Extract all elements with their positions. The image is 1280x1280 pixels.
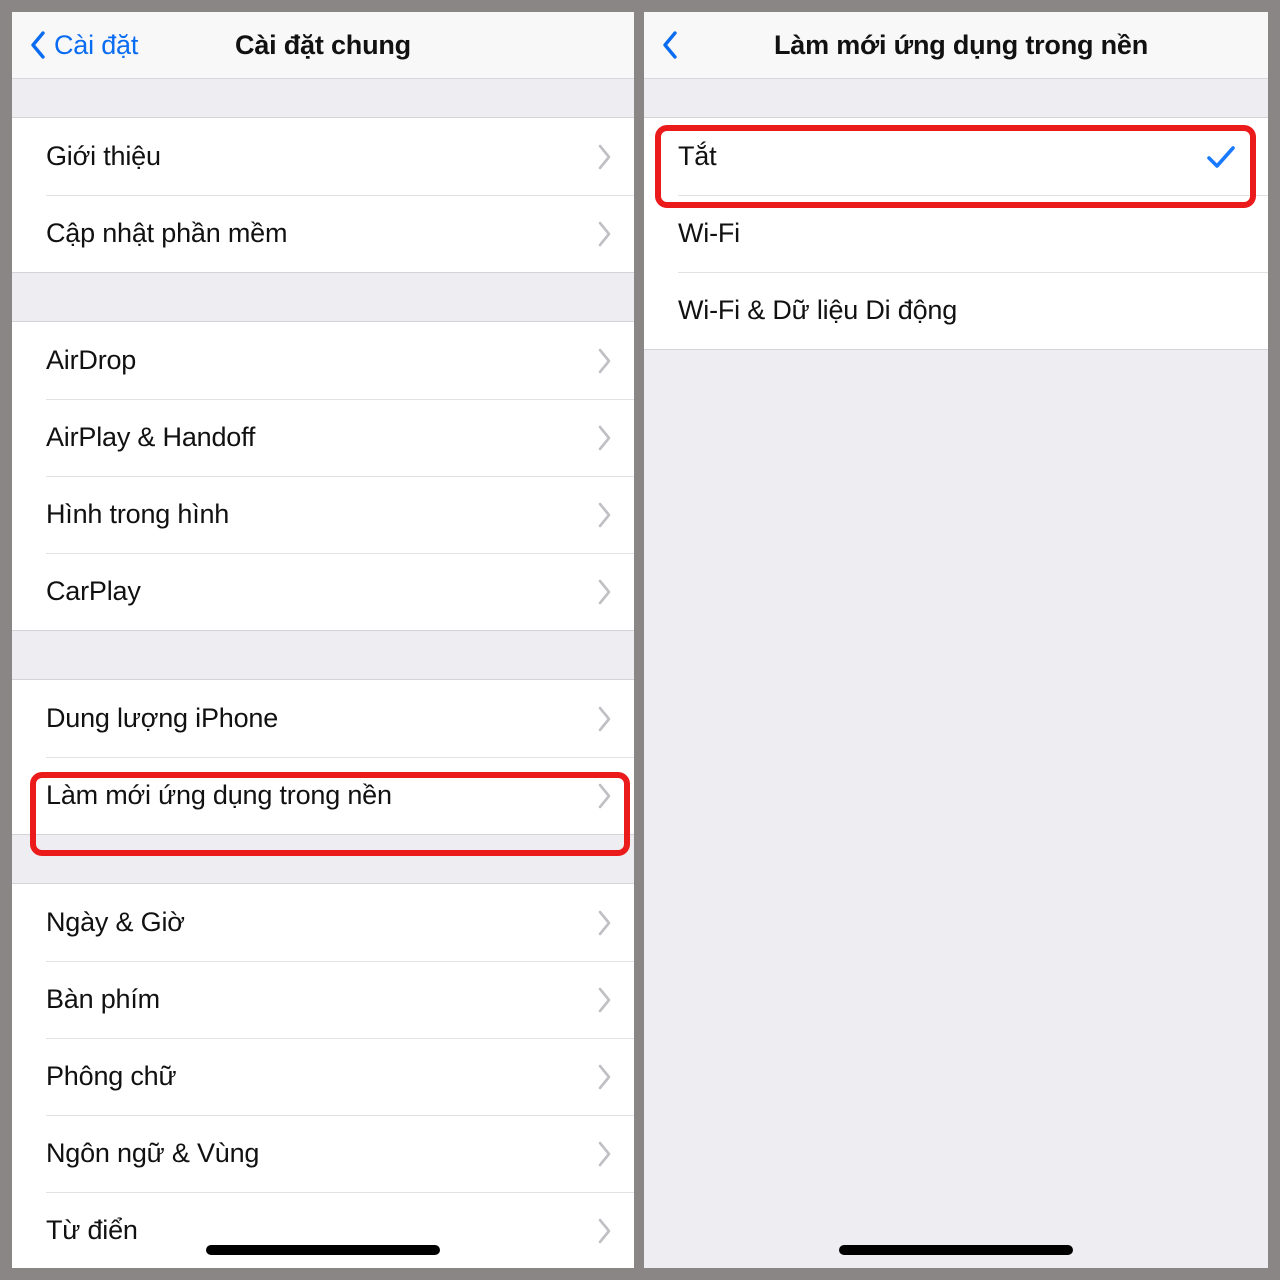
settings-group-info: Giới thiệu Cập nhật phần mềm: [12, 117, 634, 273]
option-row-wifi-cellular[interactable]: Wi-Fi & Dữ liệu Di động: [644, 272, 1268, 349]
row-carplay[interactable]: CarPlay: [12, 553, 634, 630]
chevron-right-icon: [598, 783, 611, 808]
chevron-right-icon: [598, 221, 611, 246]
row-label: Giới thiệu: [46, 141, 161, 171]
row-ngay-gio[interactable]: Ngày & Giờ: [12, 884, 634, 961]
left-settings-list[interactable]: Giới thiệu Cập nhật phần mềm AirDrop Air…: [12, 79, 634, 1268]
left-navigation-bar: Cài đặt Cài đặt chung: [12, 12, 634, 79]
section-gap: [12, 631, 634, 679]
option-group: Tắt Wi-Fi Wi-Fi & Dữ liệu Di động: [644, 117, 1268, 350]
checkmark-icon: [1207, 145, 1235, 168]
option-row-tat[interactable]: Tắt: [644, 118, 1268, 195]
row-label: AirPlay & Handoff: [46, 422, 256, 452]
row-label: Từ điển: [46, 1215, 138, 1245]
row-phong-chu[interactable]: Phông chữ: [12, 1038, 634, 1115]
left-phone-panel: Cài đặt Cài đặt chung Giới thiệu Cập nhậ…: [12, 12, 634, 1268]
chevron-right-icon: [598, 144, 611, 169]
chevron-right-icon: [598, 1141, 611, 1166]
section-gap: [12, 273, 634, 321]
row-lam-moi-ung-dung-trong-nen[interactable]: Làm mới ứng dụng trong nền: [12, 757, 634, 834]
background-app-refresh-options[interactable]: Tắt Wi-Fi Wi-Fi & Dữ liệu Di động: [644, 79, 1268, 1268]
chevron-right-icon: [598, 706, 611, 731]
section-gap: [12, 835, 634, 883]
row-label: Cập nhật phần mềm: [46, 218, 288, 248]
row-gioi-thieu[interactable]: Giới thiệu: [12, 118, 634, 195]
row-hinh-trong-hinh[interactable]: Hình trong hình: [12, 476, 634, 553]
right-page-title: Làm mới ứng dụng trong nền: [773, 29, 1148, 60]
row-label: Dung lượng iPhone: [46, 703, 279, 733]
row-tu-dien[interactable]: Từ điển: [12, 1192, 634, 1268]
chevron-right-icon: [598, 579, 611, 604]
chevron-right-icon: [598, 910, 611, 935]
settings-group-locale: Ngày & Giờ Bàn phím Phông chữ Ngôn ngữ &…: [12, 883, 634, 1268]
row-dung-luong-iphone[interactable]: Dung lượng iPhone: [12, 680, 634, 757]
option-label: Wi-Fi & Dữ liệu Di động: [678, 295, 958, 325]
option-label: Tắt: [678, 141, 717, 171]
chevron-right-icon: [598, 425, 611, 450]
row-label: Hình trong hình: [46, 499, 230, 529]
section-gap: [12, 79, 634, 117]
right-phone-panel: Làm mới ứng dụng trong nền Tắt Wi-Fi Wi-…: [644, 12, 1268, 1268]
chevron-right-icon: [598, 348, 611, 373]
row-label: CarPlay: [46, 576, 141, 606]
section-gap: [644, 79, 1268, 117]
settings-group-storage: Dung lượng iPhone Làm mới ứng dụng trong…: [12, 679, 634, 835]
empty-area: [644, 350, 1268, 1268]
row-airplay-handoff[interactable]: AirPlay & Handoff: [12, 399, 634, 476]
row-airdrop[interactable]: AirDrop: [12, 322, 634, 399]
chevron-left-icon: [663, 31, 677, 59]
row-label: Phông chữ: [46, 1061, 177, 1091]
settings-group-connectivity: AirDrop AirPlay & Handoff Hình trong hìn…: [12, 321, 634, 631]
back-button[interactable]: [644, 31, 686, 59]
back-button[interactable]: Cài đặt: [12, 30, 138, 61]
option-label: Wi-Fi: [678, 218, 740, 248]
right-navigation-bar: Làm mới ứng dụng trong nền: [644, 12, 1268, 79]
chevron-left-icon: [31, 31, 45, 59]
chevron-right-icon: [598, 1218, 611, 1243]
screenshot-stage: Cài đặt Cài đặt chung Giới thiệu Cập nhậ…: [0, 0, 1280, 1280]
chevron-right-icon: [598, 502, 611, 527]
chevron-right-icon: [598, 1064, 611, 1089]
row-label: Bàn phím: [46, 984, 160, 1014]
row-ngon-ngu-vung[interactable]: Ngôn ngữ & Vùng: [12, 1115, 634, 1192]
home-indicator: [839, 1245, 1073, 1255]
home-indicator: [206, 1245, 440, 1255]
option-row-wifi[interactable]: Wi-Fi: [644, 195, 1268, 272]
row-label: AirDrop: [46, 345, 137, 375]
row-label: Làm mới ứng dụng trong nền: [46, 780, 392, 810]
back-button-label: Cài đặt: [54, 29, 139, 60]
row-label: Ngôn ngữ & Vùng: [46, 1138, 260, 1168]
row-ban-phim[interactable]: Bàn phím: [12, 961, 634, 1038]
row-cap-nhat-phan-mem[interactable]: Cập nhật phần mềm: [12, 195, 634, 272]
chevron-right-icon: [598, 987, 611, 1012]
row-label: Ngày & Giờ: [46, 907, 185, 937]
